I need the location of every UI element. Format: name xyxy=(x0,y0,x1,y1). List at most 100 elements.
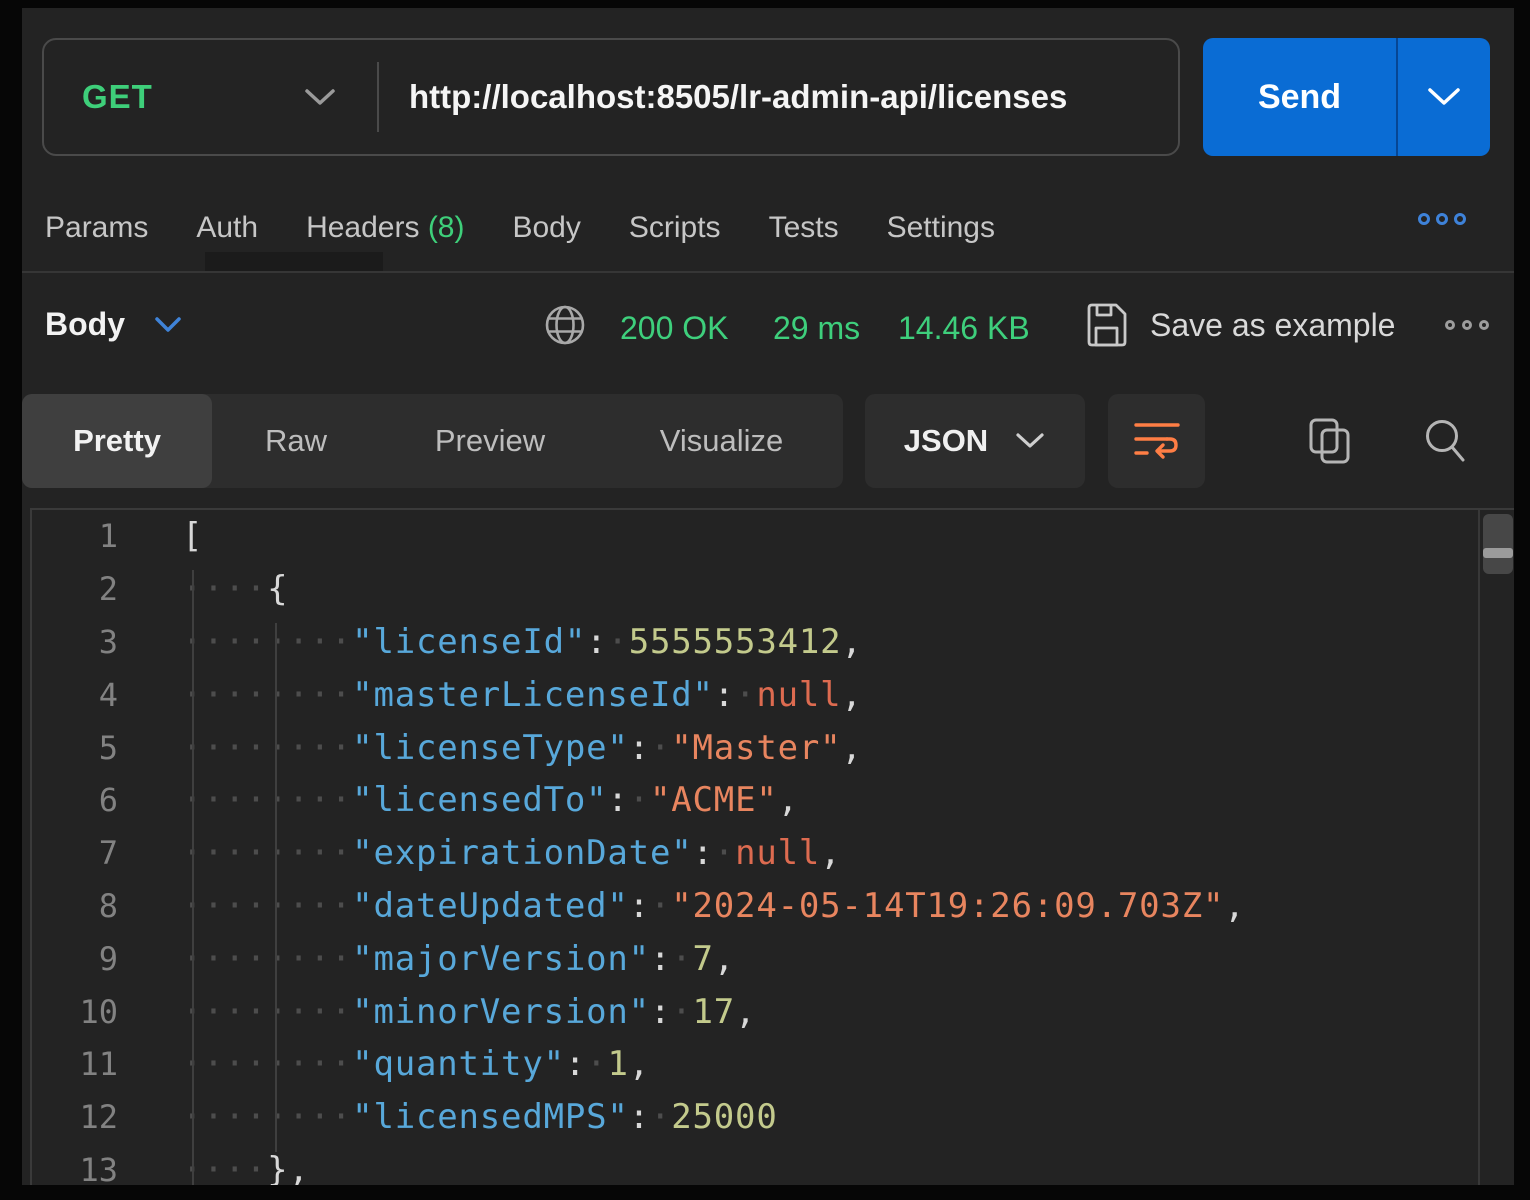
line-number: 8 xyxy=(32,887,118,925)
request-tabs-more-button[interactable] xyxy=(1418,213,1466,225)
view-tab-pretty[interactable]: Pretty xyxy=(22,394,212,488)
copy-icon xyxy=(1307,416,1353,466)
response-pane-label: Body xyxy=(45,306,125,343)
code-line: 3········"licenseId":·5555553412, xyxy=(32,616,1514,669)
request-tab-settings[interactable]: Settings xyxy=(887,211,995,245)
request-tab-tests[interactable]: Tests xyxy=(769,211,839,245)
code-text: ········"licensedMPS":·25000 xyxy=(118,1097,778,1137)
response-size[interactable]: 14.46 KB xyxy=(898,310,1030,347)
floppy-disk-icon xyxy=(1084,300,1130,350)
request-tab-params[interactable]: Params xyxy=(45,211,148,245)
method-selector[interactable]: GET xyxy=(44,40,377,154)
request-tabs: Params Auth Headers (8) Body Scripts Tests Set… xyxy=(22,200,1514,256)
code-text: ········"licenseId":·5555553412, xyxy=(118,622,863,662)
search-button[interactable] xyxy=(1420,416,1470,466)
chevron-down-icon xyxy=(303,86,337,108)
code-line: 12········"licensedMPS":·25000 xyxy=(32,1091,1514,1144)
code-text: ········"quantity":·1, xyxy=(118,1044,650,1084)
globe-icon xyxy=(542,302,588,348)
section-divider xyxy=(22,271,1514,273)
response-meta-bar: Body 200 OK 29 ms 14.46 KB xyxy=(22,300,1514,356)
response-pane-selector[interactable]: Body xyxy=(45,306,183,343)
ellipsis-icon xyxy=(1462,320,1472,330)
scrollbar-grip xyxy=(1483,548,1513,558)
code-line: 6········"licensedTo":·"ACME", xyxy=(32,774,1514,827)
indent-guide xyxy=(192,570,194,1185)
code-line: 13····}, xyxy=(32,1144,1514,1185)
code-line: 5········"licenseType":·"Master", xyxy=(32,721,1514,774)
wrap-text-icon xyxy=(1133,420,1181,462)
code-line: 2····{ xyxy=(32,563,1514,616)
ellipsis-icon xyxy=(1418,213,1430,225)
line-number: 7 xyxy=(32,834,118,872)
request-tab-scripts[interactable]: Scripts xyxy=(629,211,721,245)
chevron-down-icon xyxy=(1425,85,1463,109)
code-line: 7········"expirationDate":·null, xyxy=(32,827,1514,880)
response-more-button[interactable] xyxy=(1445,320,1489,330)
line-number: 6 xyxy=(32,781,118,819)
chevron-down-icon xyxy=(153,315,183,335)
line-number: 4 xyxy=(32,676,118,714)
tab-shade xyxy=(205,252,383,272)
code-text: ········"licenseType":·"Master", xyxy=(118,728,863,768)
code-line: 8········"dateUpdated":·"2024-05-14T19:2… xyxy=(32,880,1514,933)
code-line: 11········"quantity":·1, xyxy=(32,1038,1514,1091)
save-as-example-label: Save as example xyxy=(1150,307,1395,344)
view-tab-visualize[interactable]: Visualize xyxy=(600,394,843,488)
response-view-toolbar: PrettyRawPreviewVisualize JSON xyxy=(22,394,1514,488)
send-options-button[interactable] xyxy=(1398,38,1490,156)
view-tab-preview[interactable]: Preview xyxy=(380,394,600,488)
format-selector-label: JSON xyxy=(904,423,988,459)
code-text: ········"expirationDate":·null, xyxy=(118,833,841,873)
url-input[interactable]: http://localhost:8505/lr-admin-api/licen… xyxy=(379,40,1178,154)
code-line: 1[ xyxy=(32,510,1514,563)
format-selector[interactable]: JSON xyxy=(865,394,1085,488)
headers-count-badge: (8) xyxy=(419,211,464,244)
method-label: GET xyxy=(82,78,153,116)
ellipsis-icon xyxy=(1436,213,1448,225)
indent-guide xyxy=(275,623,277,1152)
send-button[interactable]: Send xyxy=(1203,38,1396,156)
status-badge[interactable]: 200 OK xyxy=(620,310,729,347)
ellipsis-icon xyxy=(1445,320,1455,330)
code-line: 10········"minorVersion":·17, xyxy=(32,985,1514,1038)
ellipsis-icon xyxy=(1479,320,1489,330)
response-body-viewer: 1[2····{3········"licenseId":·5555553412… xyxy=(30,508,1514,1185)
code-text: [ xyxy=(118,516,203,556)
save-as-example-button[interactable]: Save as example xyxy=(1084,300,1395,350)
ellipsis-icon xyxy=(1454,213,1466,225)
code-text: ····}, xyxy=(118,1150,310,1185)
code-text: ········"majorVersion":·7, xyxy=(118,939,735,979)
request-window: GET http://localhost:8505/lr-admin-api/l… xyxy=(22,8,1514,1185)
line-number: 5 xyxy=(32,729,118,767)
request-tab-body[interactable]: Body xyxy=(512,211,580,245)
line-number: 13 xyxy=(32,1151,118,1185)
scrollbar[interactable] xyxy=(1478,510,1514,1185)
scrollbar-thumb[interactable] xyxy=(1483,514,1513,574)
code-text: ········"dateUpdated":·"2024-05-14T19:26… xyxy=(118,886,1246,926)
response-view-tabs: PrettyRawPreviewVisualize xyxy=(22,394,843,488)
request-url-bar: GET http://localhost:8505/lr-admin-api/l… xyxy=(42,38,1180,156)
code-text: ········"licensedTo":·"ACME", xyxy=(118,780,799,820)
line-number: 9 xyxy=(32,940,118,978)
line-number: 1 xyxy=(32,517,118,555)
response-time[interactable]: 29 ms xyxy=(773,310,860,347)
line-number: 12 xyxy=(32,1098,118,1136)
wrap-text-button[interactable] xyxy=(1108,394,1205,488)
request-tab-auth[interactable]: Auth xyxy=(196,211,258,245)
send-split-button: Send xyxy=(1203,38,1490,156)
line-number: 3 xyxy=(32,623,118,661)
chevron-down-icon xyxy=(1014,431,1046,451)
copy-button[interactable] xyxy=(1305,416,1355,466)
code-line: 4········"masterLicenseId":·null, xyxy=(32,668,1514,721)
code-text: ········"minorVersion":·17, xyxy=(118,992,756,1032)
view-tab-raw[interactable]: Raw xyxy=(212,394,380,488)
code-line: 9········"majorVersion":·7, xyxy=(32,932,1514,985)
line-number: 10 xyxy=(32,993,118,1031)
code-lines: 1[2····{3········"licenseId":·5555553412… xyxy=(32,510,1514,1185)
search-icon xyxy=(1422,417,1468,465)
line-number: 11 xyxy=(32,1045,118,1083)
line-number: 2 xyxy=(32,570,118,608)
request-tab-headers[interactable]: Headers (8) xyxy=(306,211,464,245)
code-text: ········"masterLicenseId":·null, xyxy=(118,675,863,715)
